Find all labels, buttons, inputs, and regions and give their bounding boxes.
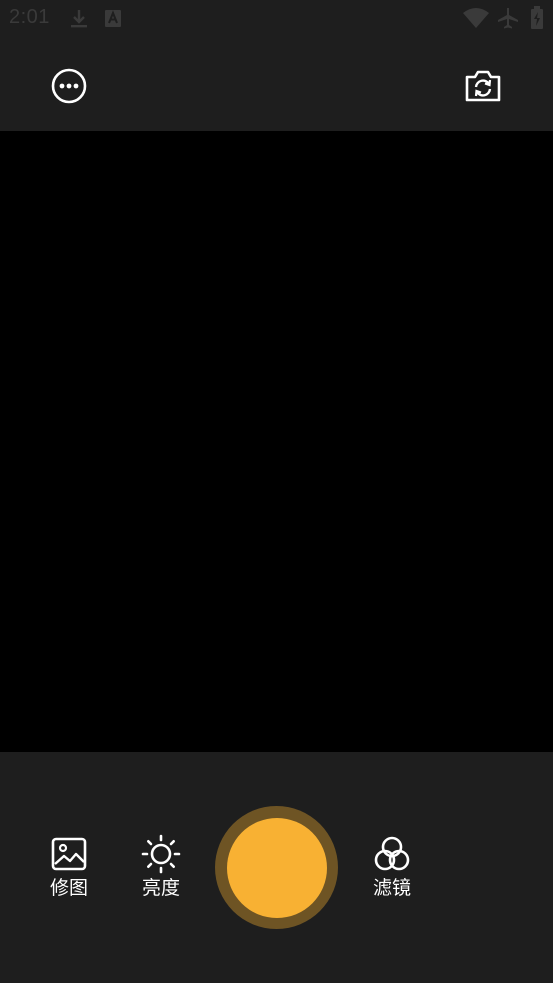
camera-screen: 2:01 修图 亮度 滤镜 (0, 0, 553, 983)
tool-brightness-label: 亮度 (141, 877, 180, 899)
more-options-icon (50, 67, 88, 109)
image-edit-icon (49, 834, 89, 874)
top-toolbar (0, 38, 553, 131)
shutter-inner (226, 817, 327, 918)
tool-brightness[interactable]: 亮度 (129, 834, 193, 900)
airplane-icon (496, 6, 520, 34)
tool-filter[interactable]: 滤镜 (360, 834, 424, 900)
brightness-icon (141, 834, 181, 874)
download-icon (68, 8, 90, 34)
tool-filter-label: 滤镜 (372, 877, 411, 899)
tool-edit-photo-label: 修图 (49, 877, 88, 899)
camera-viewfinder[interactable] (0, 131, 553, 752)
filter-icon (372, 834, 412, 874)
more-options-button[interactable] (49, 68, 89, 108)
shutter-button[interactable] (215, 806, 338, 929)
switch-camera-icon (463, 68, 503, 108)
notification-a-icon (103, 8, 123, 34)
tool-edit-photo[interactable]: 修图 (37, 834, 101, 900)
battery-icon (530, 6, 544, 34)
status-time: 2:01 (9, 6, 50, 28)
switch-camera-button[interactable] (463, 68, 503, 108)
wifi-icon (462, 7, 490, 33)
status-bar: 2:01 (0, 0, 553, 38)
bottom-controls: 修图 亮度 滤镜 (0, 752, 553, 983)
